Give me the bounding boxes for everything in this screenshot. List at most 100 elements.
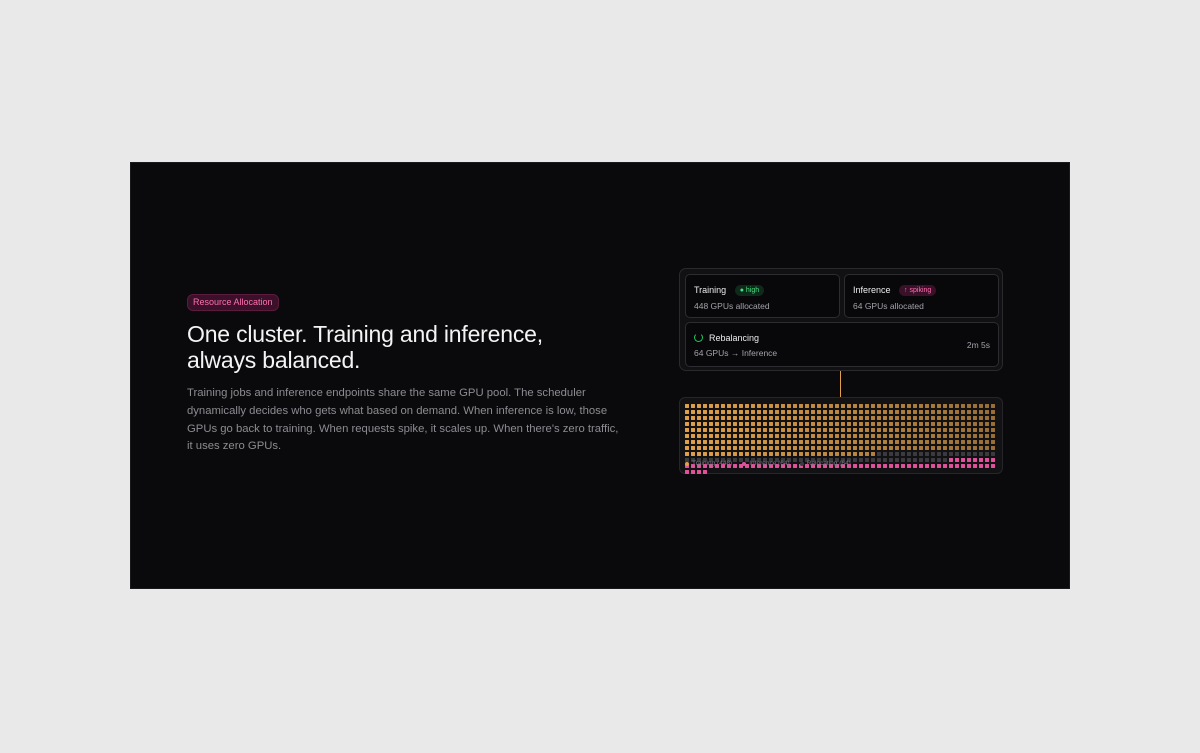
spinner-icon xyxy=(694,333,703,342)
gpu-cell-training xyxy=(889,416,893,420)
gpu-cell-training xyxy=(865,410,869,414)
gpu-cell-training xyxy=(871,404,875,408)
section-headline: One cluster. Training and inference, alw… xyxy=(187,321,627,373)
gpu-cell-training xyxy=(889,422,893,426)
gpu-cell-inference xyxy=(955,464,959,468)
gpu-cell-training xyxy=(811,410,815,414)
gpu-cell-training xyxy=(859,446,863,450)
gpu-cell-inference xyxy=(865,464,869,468)
gpu-cell-training xyxy=(697,404,701,408)
resource-allocation-section: Resource Allocation One cluster. Trainin… xyxy=(130,162,1070,589)
gpu-cell-training xyxy=(805,422,809,426)
inference-card: Inference ↑ spiking 64 GPUs allocated xyxy=(844,274,999,318)
gpu-cell-training xyxy=(721,452,725,456)
gpu-cell-training xyxy=(883,422,887,426)
gpu-cell-training xyxy=(727,416,731,420)
inference-allocation: 64 GPUs allocated xyxy=(853,301,924,311)
gpu-cell-training xyxy=(709,404,713,408)
gpu-cell-training xyxy=(787,410,791,414)
gpu-cell-inference xyxy=(937,464,941,468)
gpu-cell-training xyxy=(985,416,989,420)
gpu-cell-training xyxy=(709,446,713,450)
gpu-cell-training xyxy=(715,422,719,426)
gpu-cell-training xyxy=(703,410,707,414)
gpu-cell-training xyxy=(823,452,827,456)
gpu-cell-training xyxy=(733,440,737,444)
gpu-cell-training xyxy=(943,422,947,426)
gpu-cell-training xyxy=(775,416,779,420)
gpu-cell-training xyxy=(685,446,689,450)
gpu-cell-training xyxy=(709,416,713,420)
gpu-cell-training xyxy=(727,440,731,444)
gpu-cell-training xyxy=(751,452,755,456)
gpu-cell-training xyxy=(871,434,875,438)
gpu-cell-training xyxy=(853,452,857,456)
gpu-cell-training xyxy=(721,422,725,426)
gpu-cell-training xyxy=(697,446,701,450)
gpu-cell-training xyxy=(955,416,959,420)
gpu-cell-training xyxy=(781,434,785,438)
training-card: Training ● high 448 GPUs allocated xyxy=(685,274,840,318)
rebalancing-title: Rebalancing xyxy=(709,333,760,343)
gpu-cell-relocating xyxy=(967,452,971,456)
gpu-cell-training xyxy=(967,446,971,450)
gpu-cell-training xyxy=(895,446,899,450)
gpu-cell-training xyxy=(739,434,743,438)
gpu-cell-training xyxy=(853,404,857,408)
gpu-cell-training xyxy=(949,428,953,432)
gpu-cell-inference xyxy=(973,458,977,462)
gpu-cell-training xyxy=(937,440,941,444)
gpu-cell-training xyxy=(727,422,731,426)
gpu-cell-training xyxy=(931,404,935,408)
gpu-cell-training xyxy=(775,440,779,444)
section-badge: Resource Allocation xyxy=(187,294,279,311)
gpu-cell-training xyxy=(853,410,857,414)
gpu-cell-training xyxy=(769,404,773,408)
gpu-cell-training xyxy=(817,416,821,420)
gpu-cell-training xyxy=(769,410,773,414)
gpu-cell-training xyxy=(805,440,809,444)
gpu-cell-training xyxy=(685,428,689,432)
gpu-cell-training xyxy=(805,404,809,408)
gpu-cell-inference xyxy=(979,464,983,468)
gpu-cell-training xyxy=(925,440,929,444)
gpu-cell-training xyxy=(877,446,881,450)
gpu-cell-training xyxy=(793,422,797,426)
gpu-cell-training xyxy=(877,410,881,414)
gpu-cell-training xyxy=(733,434,737,438)
gpu-cell-training xyxy=(979,440,983,444)
gpu-cell-training xyxy=(739,422,743,426)
gpu-cell-training xyxy=(871,416,875,420)
gpu-cell-training xyxy=(751,428,755,432)
gpu-cell-training xyxy=(829,404,833,408)
gpu-cell-training xyxy=(961,440,965,444)
gpu-cell-training xyxy=(901,440,905,444)
gpu-cell-training xyxy=(859,440,863,444)
gpu-cell-training xyxy=(721,416,725,420)
gpu-cell-training xyxy=(895,422,899,426)
gpu-cell-training xyxy=(781,428,785,432)
gpu-cell-training xyxy=(763,422,767,426)
gpu-cell-relocating xyxy=(991,452,995,456)
gpu-cell-training xyxy=(781,416,785,420)
gpu-cell-training xyxy=(853,440,857,444)
gpu-cell-relocating xyxy=(883,452,887,456)
gpu-cell-training xyxy=(811,422,815,426)
gpu-cell-training xyxy=(955,446,959,450)
gpu-cell-relocating xyxy=(865,458,869,462)
gpu-cell-inference xyxy=(955,458,959,462)
gpu-cell-training xyxy=(901,446,905,450)
gpu-cell-training xyxy=(967,416,971,420)
gpu-cell-training xyxy=(817,422,821,426)
gpu-cell-training xyxy=(991,404,995,408)
gpu-cell-training xyxy=(847,440,851,444)
gpu-cell-training xyxy=(889,440,893,444)
gpu-cell-training xyxy=(937,410,941,414)
gpu-cell-training xyxy=(973,404,977,408)
gpu-cell-inference xyxy=(871,464,875,468)
gpu-cell-inference xyxy=(691,470,695,474)
gpu-cell-training xyxy=(769,434,773,438)
gpu-cell-training xyxy=(835,440,839,444)
gpu-cell-relocating xyxy=(907,458,911,462)
gpu-cell-training xyxy=(775,404,779,408)
